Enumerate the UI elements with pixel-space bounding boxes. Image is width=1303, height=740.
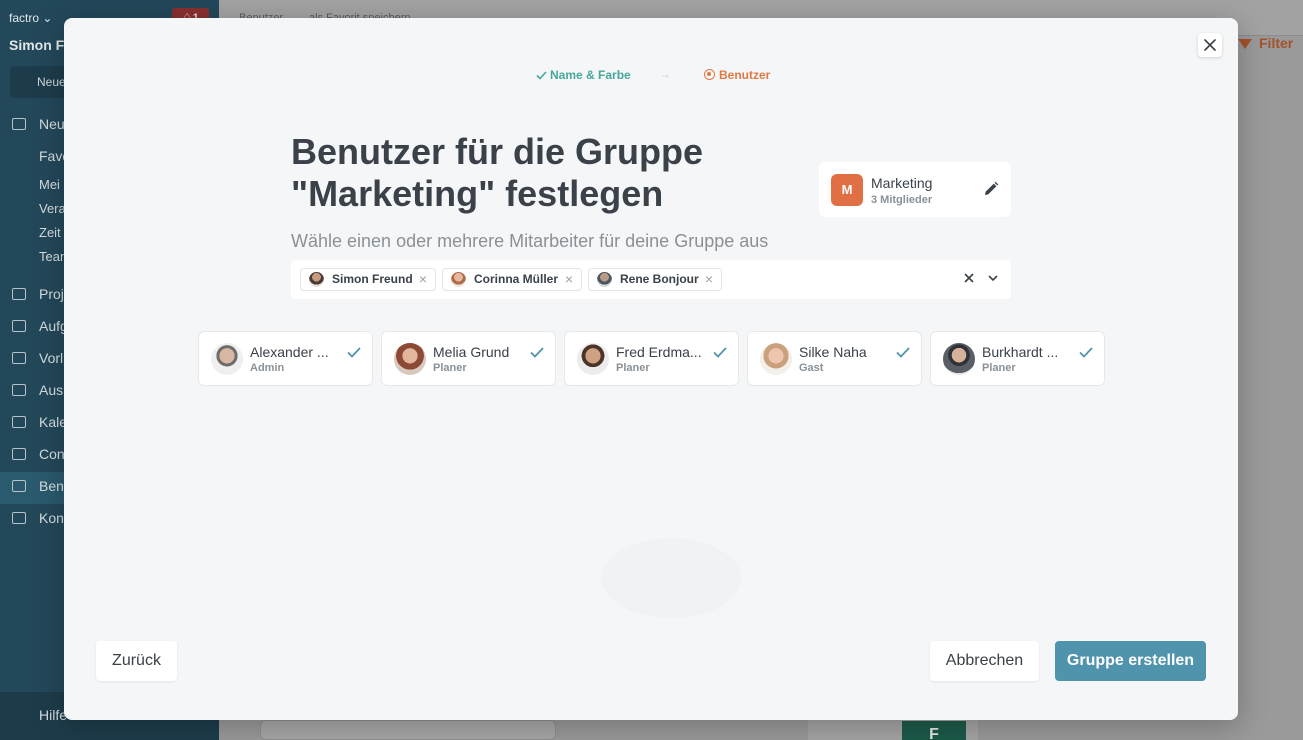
- step-label: Name & Farbe: [550, 68, 631, 82]
- chevron-down-icon[interactable]: [988, 274, 998, 282]
- avatar: [597, 272, 612, 287]
- news-icon: [12, 118, 26, 130]
- user-name: Silke Naha: [799, 344, 867, 360]
- sidebar-item-label: Mei: [39, 177, 60, 192]
- calendar-icon: [12, 416, 26, 428]
- current-step-icon: [704, 69, 715, 80]
- check-icon: [530, 347, 544, 358]
- sidebar-item-label: Kon: [39, 510, 64, 526]
- user-role: Planer: [982, 362, 1016, 374]
- user-role: Planer: [616, 362, 650, 374]
- chart-icon: [12, 288, 26, 300]
- sidebar-item-label: Tean: [39, 249, 68, 264]
- step-users: Benutzer: [704, 68, 770, 82]
- bar-chart-icon: [12, 384, 26, 396]
- user-role: Gast: [799, 362, 824, 374]
- file-icon: [12, 320, 26, 332]
- pencil-icon[interactable]: [983, 181, 999, 197]
- page-title: Benutzer für die Gruppe "Marketing" fest…: [291, 131, 704, 214]
- arrow-right-icon: →: [659, 67, 671, 81]
- sidebar-item-label: Aus: [39, 382, 64, 398]
- sidebar-item-label: Kale: [39, 414, 68, 430]
- user-multiselect[interactable]: Simon Freund × Corinna Müller × Rene Bon…: [291, 260, 1011, 299]
- close-button[interactable]: [1198, 33, 1222, 57]
- stepper: Name & Farbe → Benutzer: [64, 67, 1238, 82]
- sidebar-item-label: Proj: [39, 286, 64, 302]
- user-card[interactable]: Alexander ... Admin: [198, 331, 373, 386]
- user-name: Simon Fr: [9, 37, 70, 53]
- selected-user-chip: Corinna Müller ×: [442, 268, 582, 291]
- chip-label: Corinna Müller: [474, 272, 559, 286]
- chip-label: Simon Freund: [332, 272, 413, 286]
- avatar: [943, 343, 975, 375]
- create-group-modal: Name & Farbe → Benutzer Benutzer für die…: [64, 18, 1238, 720]
- copy-icon: [12, 352, 26, 364]
- avatar: [760, 343, 792, 375]
- group-name: Marketing: [871, 175, 933, 191]
- cancel-button[interactable]: Abbrechen: [930, 641, 1039, 681]
- group-badge: M: [831, 174, 863, 206]
- check-icon: [536, 71, 547, 80]
- remove-chip-icon[interactable]: ×: [419, 269, 427, 290]
- check-icon: [1079, 347, 1093, 358]
- close-icon: [1204, 39, 1216, 51]
- avatar: [451, 272, 466, 287]
- controlling-icon: [12, 448, 26, 460]
- background-card: [260, 720, 556, 740]
- remove-chip-icon[interactable]: ×: [705, 269, 713, 290]
- avatar: [309, 272, 324, 287]
- user-role: Planer: [433, 362, 467, 374]
- create-group-button[interactable]: Gruppe erstellen: [1055, 641, 1206, 681]
- page-subtitle: Wähle einen oder mehrere Mitarbeiter für…: [291, 231, 769, 251]
- filter-icon: [1238, 39, 1252, 49]
- user-role: Admin: [250, 362, 285, 374]
- user-card[interactable]: Burkhardt ... Planer: [930, 331, 1105, 386]
- user-card[interactable]: Silke Naha Gast: [747, 331, 922, 386]
- empty-state-illustration: [601, 538, 741, 618]
- background-tile: F: [902, 721, 966, 740]
- user-card[interactable]: Melia Grund Planer: [381, 331, 556, 386]
- sidebar-item-label: Vera: [39, 201, 66, 216]
- group-member-count: 3 Mitglieder: [871, 194, 933, 206]
- sidebar-item-label: Vorl: [39, 350, 64, 366]
- step-name-color[interactable]: Name & Farbe: [536, 68, 631, 82]
- company-switcher[interactable]: factro ⌄: [9, 11, 52, 25]
- user-card-list: Alexander ... Admin Melia Grund Planer F…: [198, 331, 1108, 386]
- sidebar-item-label: Zeit: [39, 225, 61, 240]
- sidebar-item-label: Con: [39, 446, 65, 462]
- filter-button[interactable]: Filter: [1238, 35, 1293, 51]
- check-icon: [713, 347, 727, 358]
- avatar: [577, 343, 609, 375]
- sidebar-item-label: Ben: [39, 478, 64, 494]
- user-name: Fred Erdma...: [616, 344, 702, 360]
- selected-user-chip: Rene Bonjour ×: [588, 268, 722, 291]
- users-icon: [12, 480, 26, 492]
- back-button[interactable]: Zurück: [96, 641, 177, 681]
- user-name: Alexander ...: [250, 344, 329, 360]
- avatar: [394, 343, 426, 375]
- chevron-up-icon: [12, 150, 26, 162]
- avatar: [211, 343, 243, 375]
- filter-label: Filter: [1259, 35, 1294, 51]
- user-name: Burkhardt ...: [982, 344, 1059, 360]
- user-card[interactable]: Fred Erdma... Planer: [564, 331, 739, 386]
- check-icon: [896, 347, 910, 358]
- check-icon: [347, 347, 361, 358]
- sidebar-item-label: Neu: [39, 116, 65, 132]
- chip-label: Rene Bonjour: [620, 272, 699, 286]
- group-summary-card: M Marketing 3 Mitglieder: [819, 162, 1011, 217]
- step-label: Benutzer: [719, 68, 771, 82]
- remove-chip-icon[interactable]: ×: [565, 269, 573, 290]
- help-label: Hilfe: [39, 707, 68, 723]
- selected-user-chip: Simon Freund ×: [300, 268, 436, 291]
- clear-all-icon[interactable]: [963, 271, 975, 285]
- user-name: Melia Grund: [433, 344, 510, 360]
- contacts-icon: [12, 512, 26, 524]
